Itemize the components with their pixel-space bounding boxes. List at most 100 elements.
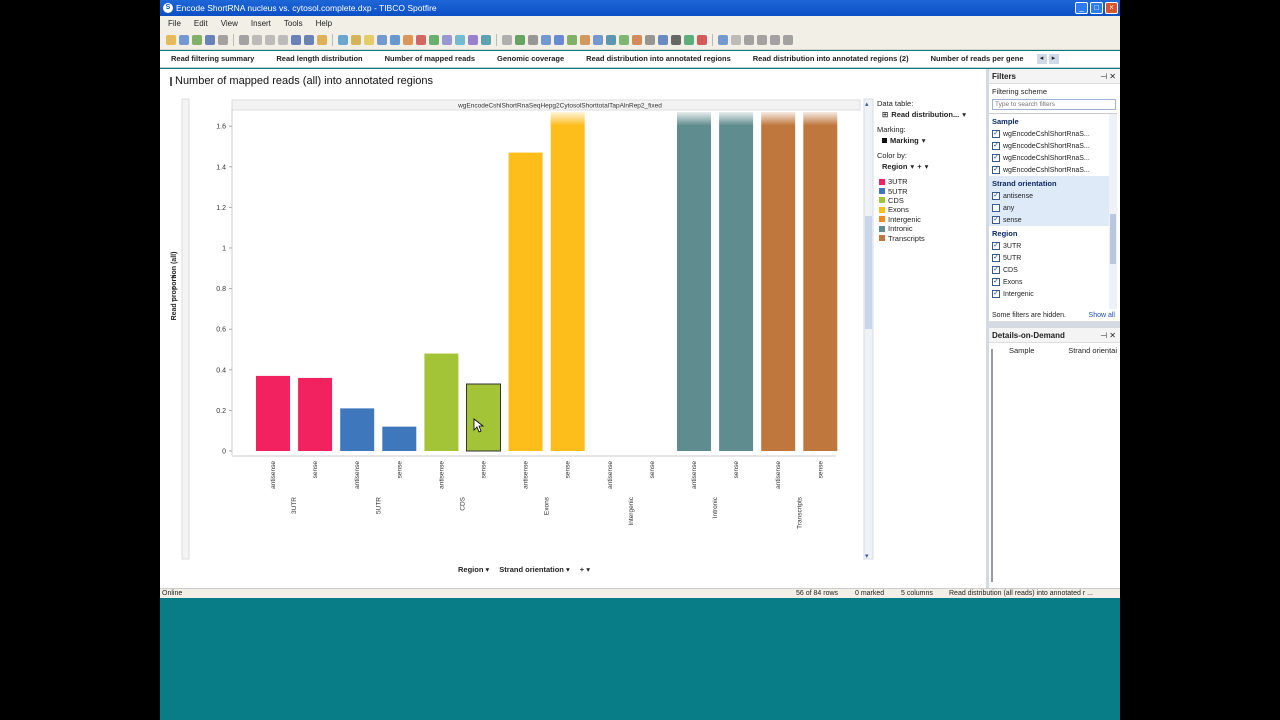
checkbox-checked-icon[interactable]: ✓ <box>992 192 1000 200</box>
toolbar-button-icon[interactable] <box>192 34 202 45</box>
toolbar-button-icon[interactable] <box>377 34 387 45</box>
bar-exons-sense[interactable] <box>550 112 585 451</box>
toolbar-button-icon[interactable] <box>166 34 176 45</box>
toolbar-button-icon[interactable] <box>645 34 655 45</box>
tab-scroll-right-icon[interactable]: ▸ <box>1048 54 1059 64</box>
filter-checkbox-item[interactable]: ✓ wgEncodeCshlShortRnaS... <box>989 140 1117 152</box>
filter-checkbox-item[interactable]: ✓ sense <box>989 214 1117 226</box>
toolbar-button-icon[interactable] <box>205 34 215 45</box>
toolbar-button-icon[interactable] <box>304 34 314 45</box>
toolbar-button-icon[interactable] <box>541 34 551 45</box>
checkbox-checked-icon[interactable]: ✓ <box>992 154 1000 162</box>
filtering-scheme[interactable]: Filtering scheme <box>989 84 1120 99</box>
toolbar-button-icon[interactable] <box>731 34 741 45</box>
toolbar-button-icon[interactable] <box>390 34 400 45</box>
checkbox-checked-icon[interactable]: ✓ <box>992 142 1000 150</box>
details-close-icon[interactable]: ⊣ ✕ <box>1100 328 1116 343</box>
toolbar-button-icon[interactable] <box>403 34 413 45</box>
filter-checkbox-item[interactable]: ✓ wgEncodeCshlShortRnaS... <box>989 164 1117 176</box>
toolbar-button-icon[interactable] <box>744 34 754 45</box>
toolbar-button-icon[interactable] <box>481 34 491 45</box>
data-table-selector[interactable]: ⊞ Read distribution... ▾ <box>877 110 977 119</box>
toolbar-button-icon[interactable] <box>593 34 603 45</box>
toolbar-button-icon[interactable] <box>364 34 374 45</box>
bar-cds-sense[interactable] <box>466 383 501 452</box>
toolbar-button-icon[interactable] <box>218 34 228 45</box>
show-all-link[interactable]: Show all <box>1089 312 1115 319</box>
checkbox-checked-icon[interactable]: ✓ <box>992 254 1000 262</box>
menu-tools[interactable]: Tools <box>284 19 303 28</box>
checkbox-checked-icon[interactable]: ✓ <box>992 242 1000 250</box>
marking-selector[interactable]: Marking ▾ <box>877 136 977 145</box>
bar-5utr-antisense[interactable] <box>340 408 375 451</box>
toolbar-button-icon[interactable] <box>338 34 348 45</box>
axis-arrow-icon[interactable]: ▸ <box>172 286 175 292</box>
toolbar-button-icon[interactable] <box>757 34 767 45</box>
menu-file[interactable]: File <box>168 19 181 28</box>
toolbar-button-icon[interactable] <box>265 34 275 45</box>
filter-checkbox-item[interactable]: ✓ CDS <box>989 264 1117 276</box>
toolbar-button-icon[interactable] <box>580 34 590 45</box>
toolbar-button-icon[interactable] <box>317 34 327 45</box>
legend-item[interactable]: Intronic <box>877 224 977 233</box>
toolbar-button-icon[interactable] <box>770 34 780 45</box>
tab-reads-per-gene[interactable]: Number of reads per gene <box>920 51 1035 67</box>
tab-genomic-coverage[interactable]: Genomic coverage <box>486 51 575 67</box>
legend-item[interactable]: Transcripts <box>877 233 977 243</box>
add-axis-button[interactable]: + ▾ <box>580 565 590 574</box>
tab-read-distribution[interactable]: Read distribution into annotated regions <box>575 51 742 67</box>
checkbox-checked-icon[interactable]: ✓ <box>992 166 1000 174</box>
menu-insert[interactable]: Insert <box>251 19 271 28</box>
toolbar-button-icon[interactable] <box>697 34 707 45</box>
bar-chart[interactable]: wgEncodeCshlShortRnaSeqHepg2CytosolShort… <box>160 69 986 588</box>
toolbar-button-icon[interactable] <box>554 34 564 45</box>
tab-read-length-distribution[interactable]: Read length distribution <box>265 51 373 67</box>
filters-close-icon[interactable]: ⊣ ✕ <box>1100 69 1116 84</box>
maximize-button[interactable]: □ <box>1090 2 1103 14</box>
toolbar-button-icon[interactable] <box>291 34 301 45</box>
menu-view[interactable]: View <box>221 19 238 28</box>
filter-checkbox-item[interactable]: ✓ wgEncodeCshlShortRnaS... <box>989 128 1117 140</box>
checkbox-checked-icon[interactable]: ✓ <box>992 130 1000 138</box>
filter-checkbox-item[interactable]: ✓ 3UTR <box>989 240 1117 252</box>
toolbar-button-icon[interactable] <box>684 34 694 45</box>
minimize-button[interactable]: _ <box>1075 2 1088 14</box>
x-axis-strand-selector[interactable]: Strand orientation ▾ <box>499 565 569 574</box>
filter-search-input[interactable] <box>992 99 1116 110</box>
filter-group-title[interactable]: Strand orientation <box>989 176 1117 190</box>
legend-item[interactable]: CDS <box>877 196 977 205</box>
toolbar-button-icon[interactable] <box>468 34 478 45</box>
toolbar-button-icon[interactable] <box>619 34 629 45</box>
bar-cds-antisense[interactable] <box>424 353 459 451</box>
bar-3utr-antisense[interactable] <box>256 375 290 451</box>
bar-transcripts-sense[interactable] <box>803 112 838 451</box>
legend-item[interactable]: Intergenic <box>877 215 977 224</box>
checkbox-checked-icon[interactable]: ✓ <box>992 216 1000 224</box>
filter-checkbox-item[interactable]: ✓ wgEncodeCshlShortRnaS... <box>989 152 1117 164</box>
legend-item[interactable]: 5UTR <box>877 186 977 196</box>
scroll-down-icon[interactable]: ▾ <box>865 553 869 560</box>
toolbar-button-icon[interactable] <box>278 34 288 45</box>
scrollbar-thumb[interactable] <box>1110 214 1116 264</box>
toolbar-button-icon[interactable] <box>252 34 262 45</box>
toolbar-button-icon[interactable] <box>515 34 525 45</box>
y-axis-zoom-slider[interactable] <box>181 98 190 560</box>
legend-item[interactable]: Exons <box>877 205 977 214</box>
menu-help[interactable]: Help <box>316 19 332 28</box>
axis-arrow-icon[interactable]: ▸ <box>172 298 175 304</box>
checkbox-checked-icon[interactable]: ✓ <box>992 266 1000 274</box>
bar-3utr-sense[interactable] <box>298 377 333 451</box>
toolbar-button-icon[interactable] <box>455 34 465 45</box>
toolbar-button-icon[interactable] <box>351 34 361 45</box>
x-axis-region-selector[interactable]: Region ▾ <box>458 565 489 574</box>
toolbar-button-icon[interactable] <box>528 34 538 45</box>
filter-group-title[interactable]: Region <box>989 226 1117 240</box>
filter-checkbox-item[interactable]: ✓ Exons <box>989 276 1117 288</box>
bar-intronic-antisense[interactable] <box>677 112 711 451</box>
color-by-selector[interactable]: Region ▾ + ▾ <box>877 162 977 171</box>
toolbar-button-icon[interactable] <box>718 34 728 45</box>
plot-scrollbar-thumb[interactable] <box>865 216 872 329</box>
toolbar-button-icon[interactable] <box>567 34 577 45</box>
tab-number-of-mapped-reads[interactable]: Number of mapped reads <box>374 51 486 67</box>
filter-list-scrollbar[interactable] <box>1109 114 1117 309</box>
